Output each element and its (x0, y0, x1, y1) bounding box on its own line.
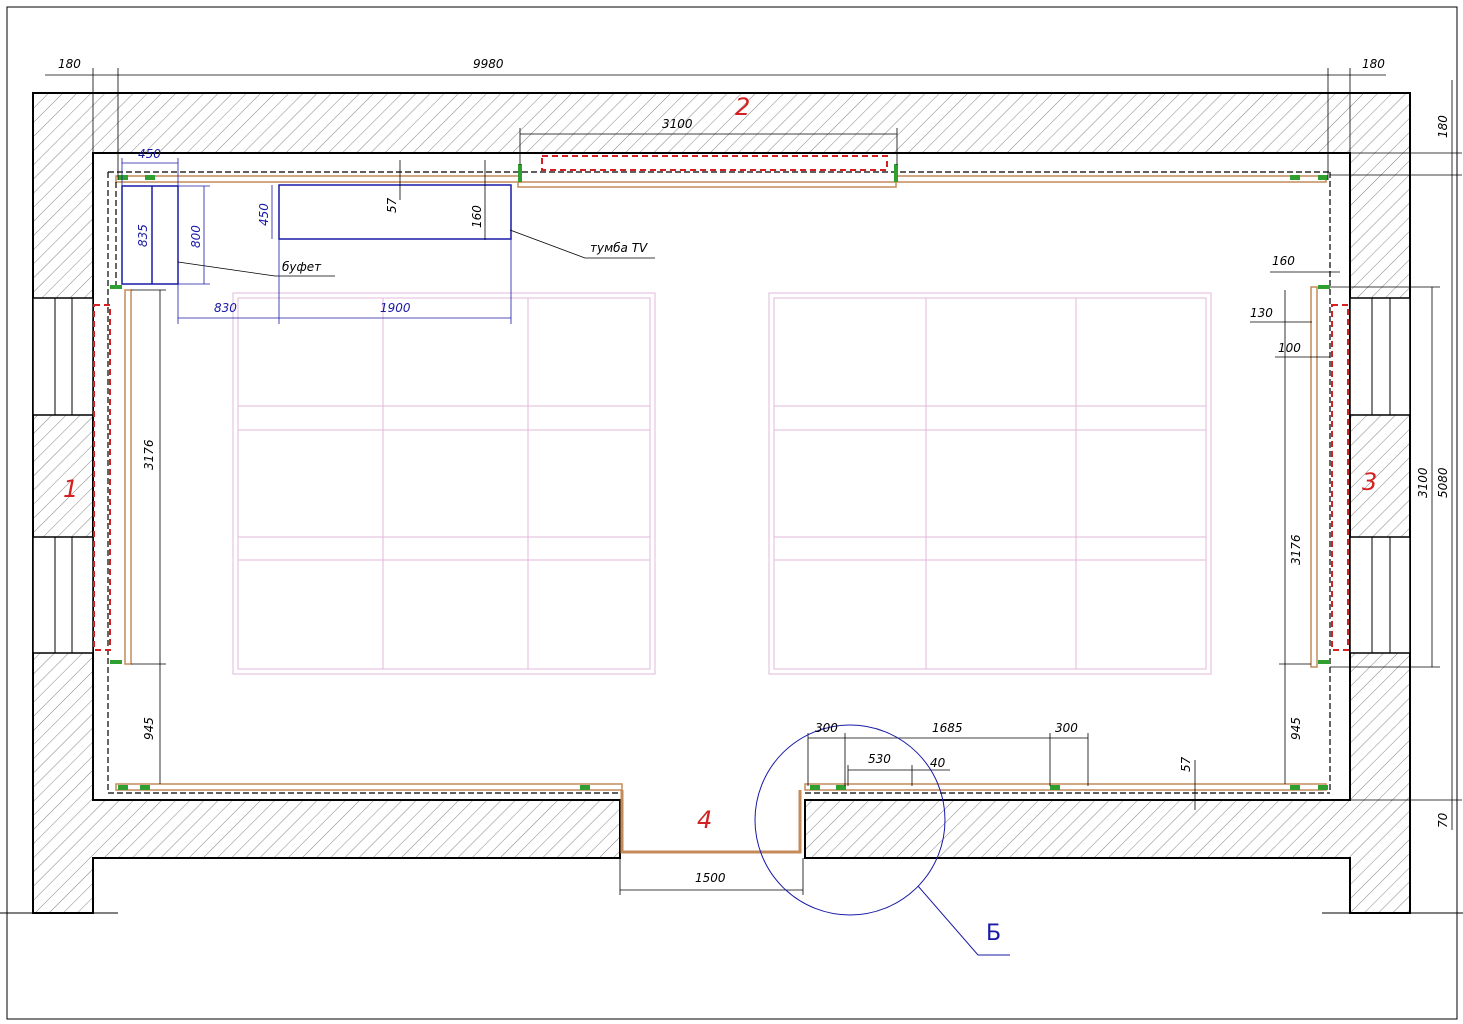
dim-tv-width: 1900 (380, 301, 411, 315)
label-wall-3: 3 (1362, 468, 1377, 496)
dim-buffet-depth: 835 (136, 224, 150, 247)
dim-right-160: 160 (1272, 254, 1295, 268)
label-wall-4: 4 (697, 806, 712, 834)
dim-left-3176: 3176 (142, 439, 156, 470)
label-tv-stand: тумба TV (590, 241, 648, 255)
sheet-frame (6, 6, 1458, 1020)
dim-right-180: 180 (1362, 57, 1385, 71)
dim-right-945: 945 (1289, 717, 1303, 740)
wall-panels (107, 171, 1331, 854)
dim-top-opening: 3100 (662, 117, 693, 131)
dim-gap-830: 830 (214, 301, 237, 315)
dim-bottom-57: 57 (1179, 756, 1193, 772)
floor-plan: 9980 180 180 180 3100 5080 70 3100 2 57 … (0, 6, 1463, 1020)
dim-right-top-180: 180 (1436, 115, 1450, 138)
dim-door-width: 1500 (695, 871, 726, 885)
dim-buffet-width: 450 (138, 147, 161, 161)
dimension-lines (45, 68, 1462, 895)
dim-right-window-3100: 3100 (1416, 467, 1430, 498)
dim-right-bottom-70: 70 (1436, 812, 1450, 828)
ceiling-grid-left (232, 292, 656, 675)
dim-left-180: 180 (58, 57, 81, 71)
ceiling-grid-right (768, 292, 1212, 675)
dim-top-57: 57 (385, 197, 399, 213)
dim-bottom-1685: 1685 (932, 721, 963, 735)
furniture-dim-lines (121, 158, 512, 324)
dim-buffet-height: 800 (189, 225, 203, 248)
dim-bottom-40: 40 (930, 756, 946, 770)
dim-bottom-530: 530 (868, 752, 891, 766)
dim-overall-width: 9980 (473, 57, 504, 71)
label-detail-b: Б (986, 921, 1001, 946)
dim-bottom-300a: 300 (815, 721, 838, 735)
dim-top-160: 160 (470, 205, 484, 228)
dim-right-3176: 3176 (1289, 534, 1303, 565)
fasteners (110, 164, 1330, 790)
dim-right-total-5080: 5080 (1436, 467, 1450, 498)
buffet (121, 185, 179, 285)
red-markers (93, 155, 1349, 651)
dim-bottom-300b: 300 (1055, 721, 1078, 735)
dim-right-100: 100 (1278, 341, 1301, 355)
dim-tv-depth: 450 (257, 203, 271, 226)
label-wall-1: 1 (63, 475, 78, 503)
label-buffet: буфет (282, 260, 322, 274)
dim-left-945: 945 (142, 717, 156, 740)
dim-right-130: 130 (1250, 306, 1273, 320)
label-wall-2: 2 (735, 93, 750, 121)
